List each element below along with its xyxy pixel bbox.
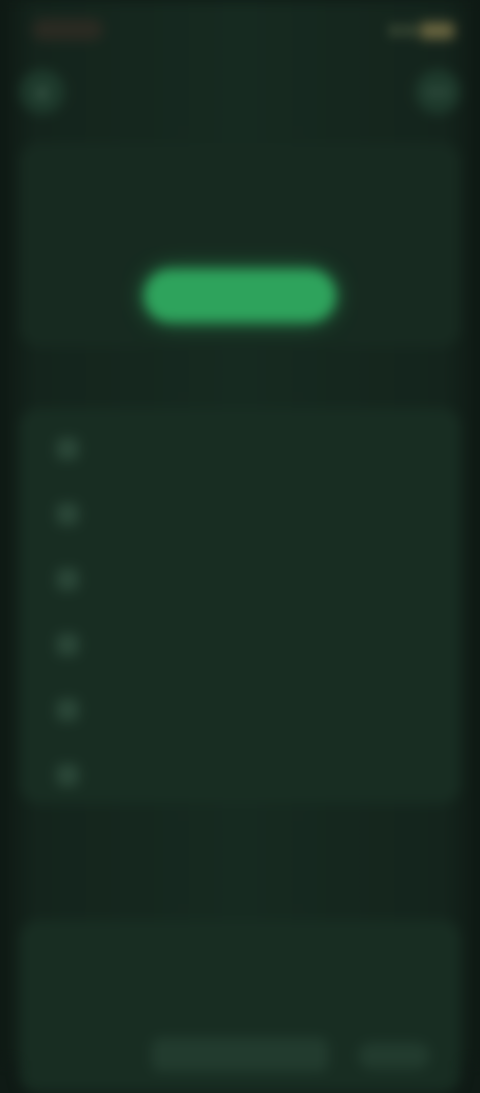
list-item[interactable] <box>20 612 461 677</box>
wifi-icon <box>405 26 414 35</box>
item-icon <box>56 763 79 787</box>
status-pill <box>31 18 104 41</box>
settings-panel <box>19 920 461 1093</box>
item-icon <box>56 568 79 591</box>
header: ‹ ⋯ <box>0 61 480 122</box>
value-input[interactable] <box>152 1038 328 1071</box>
list-item[interactable] <box>20 743 461 808</box>
item-icon <box>56 437 79 461</box>
item-icon <box>56 502 79 526</box>
battery-icon <box>419 22 455 39</box>
status-right <box>390 22 455 39</box>
more-icon: ⋯ <box>426 78 450 105</box>
hero-card <box>19 142 461 347</box>
status-left <box>31 18 112 41</box>
list-item[interactable] <box>20 416 461 481</box>
chevron-left-icon: ‹ <box>38 78 46 105</box>
primary-button[interactable] <box>144 269 336 323</box>
panel-action-button[interactable] <box>358 1042 430 1069</box>
list-card <box>19 408 461 804</box>
back-button[interactable]: ‹ <box>19 69 65 115</box>
item-icon <box>56 633 79 656</box>
status-bar <box>0 0 480 61</box>
more-button[interactable]: ⋯ <box>415 69 461 115</box>
list-item[interactable] <box>20 481 461 546</box>
list-item[interactable] <box>20 547 461 612</box>
signal-icon <box>390 26 400 35</box>
item-icon <box>56 698 79 722</box>
app-screen: ‹ ⋯ <box>0 0 480 1093</box>
list-item[interactable] <box>20 677 461 742</box>
